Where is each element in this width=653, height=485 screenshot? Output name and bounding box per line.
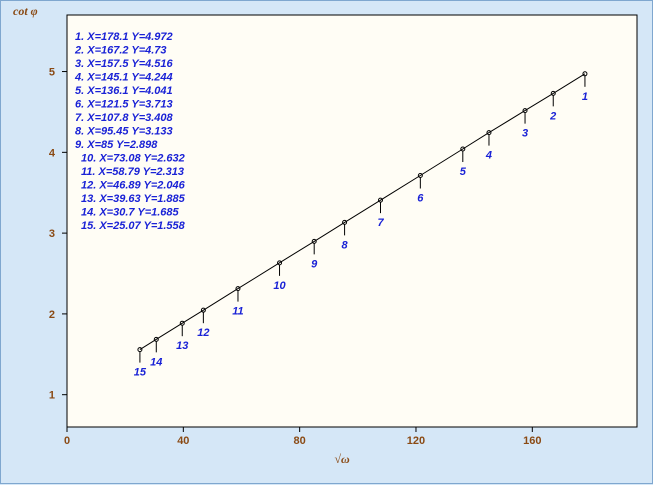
chart-svg: cot φ √ω 0 40 80 120 16012345 12345678910111… xyxy=(13,4,638,466)
legend-entry: 14. X=30.7 Y=1.685 xyxy=(81,207,180,219)
x-tick-label: 160 xyxy=(523,435,541,447)
point-label: 13 xyxy=(176,340,188,352)
legend-entry: 7. X=107.8 Y=3.408 xyxy=(75,112,174,124)
legend-entry: 9. X=85 Y=2.898 xyxy=(75,139,158,151)
point-label: 7 xyxy=(377,217,384,229)
legend-entry: 6. X=121.5 Y=3.713 xyxy=(75,99,173,111)
y-tick-label: 5 xyxy=(49,67,55,79)
legend-entry: 15. X=25.07 Y=1.558 xyxy=(81,220,186,232)
legend-entry: 13. X=39.63 Y=1.885 xyxy=(81,193,186,205)
x-axis-title: √ω xyxy=(334,452,350,466)
y-tick-label: 4 xyxy=(49,147,56,159)
legend-entry: 5. X=136.1 Y=4.041 xyxy=(75,85,173,97)
y-axis-title: cot φ xyxy=(13,4,38,18)
point-label: 9 xyxy=(311,258,318,270)
legend-entry: 11. X=58.79 Y=2.313 xyxy=(81,166,184,178)
x-tick-label: 40 xyxy=(177,435,189,447)
y-tick-label: 1 xyxy=(49,390,55,402)
point-label: 1 xyxy=(582,91,588,103)
legend-entry: 3. X=157.5 Y=4.516 xyxy=(75,58,174,70)
point-label: 14 xyxy=(150,356,162,368)
point-label: 6 xyxy=(417,193,424,205)
point-label: 12 xyxy=(197,327,209,339)
point-legend: 1. X=178.1 Y=4.972 2. X=167.2 Y=4.733. X=… xyxy=(74,31,186,232)
chart-window: cot φ √ω 0 40 80 120 160 1 2 3 4 5 1 2 3 4 5 6 7 8 9 10 11 1… xyxy=(0,0,653,484)
y-tick-label: 2 xyxy=(49,309,55,321)
legend-entry: 12. X=46.89 Y=2.046 xyxy=(81,180,186,192)
point-label: 11 xyxy=(232,306,243,318)
point-label: 10 xyxy=(273,280,286,292)
point-label: 4 xyxy=(485,150,492,162)
x-tick-label: 80 xyxy=(294,435,306,447)
legend-entry: 4. X=145.1 Y=4.244 xyxy=(74,72,173,84)
legend-entry: 8. X=95.45 Y=3.133 xyxy=(75,126,173,138)
point-label: 8 xyxy=(342,239,349,251)
x-tick-label: 0 xyxy=(64,435,70,447)
x-tick-label: 120 xyxy=(407,435,425,447)
legend-entry: 10. X=73.08 Y=2.632 xyxy=(81,153,185,165)
point-label: 15 xyxy=(134,367,147,379)
point-label: 5 xyxy=(460,166,467,178)
point-label: 2 xyxy=(549,110,556,122)
y-tick-label: 3 xyxy=(49,228,55,240)
point-label: 3 xyxy=(522,128,528,140)
legend-entry: 2. X=167.2 Y=4.73 xyxy=(74,45,167,57)
legend-entry: 1. X=178.1 Y=4.972 xyxy=(75,31,173,43)
